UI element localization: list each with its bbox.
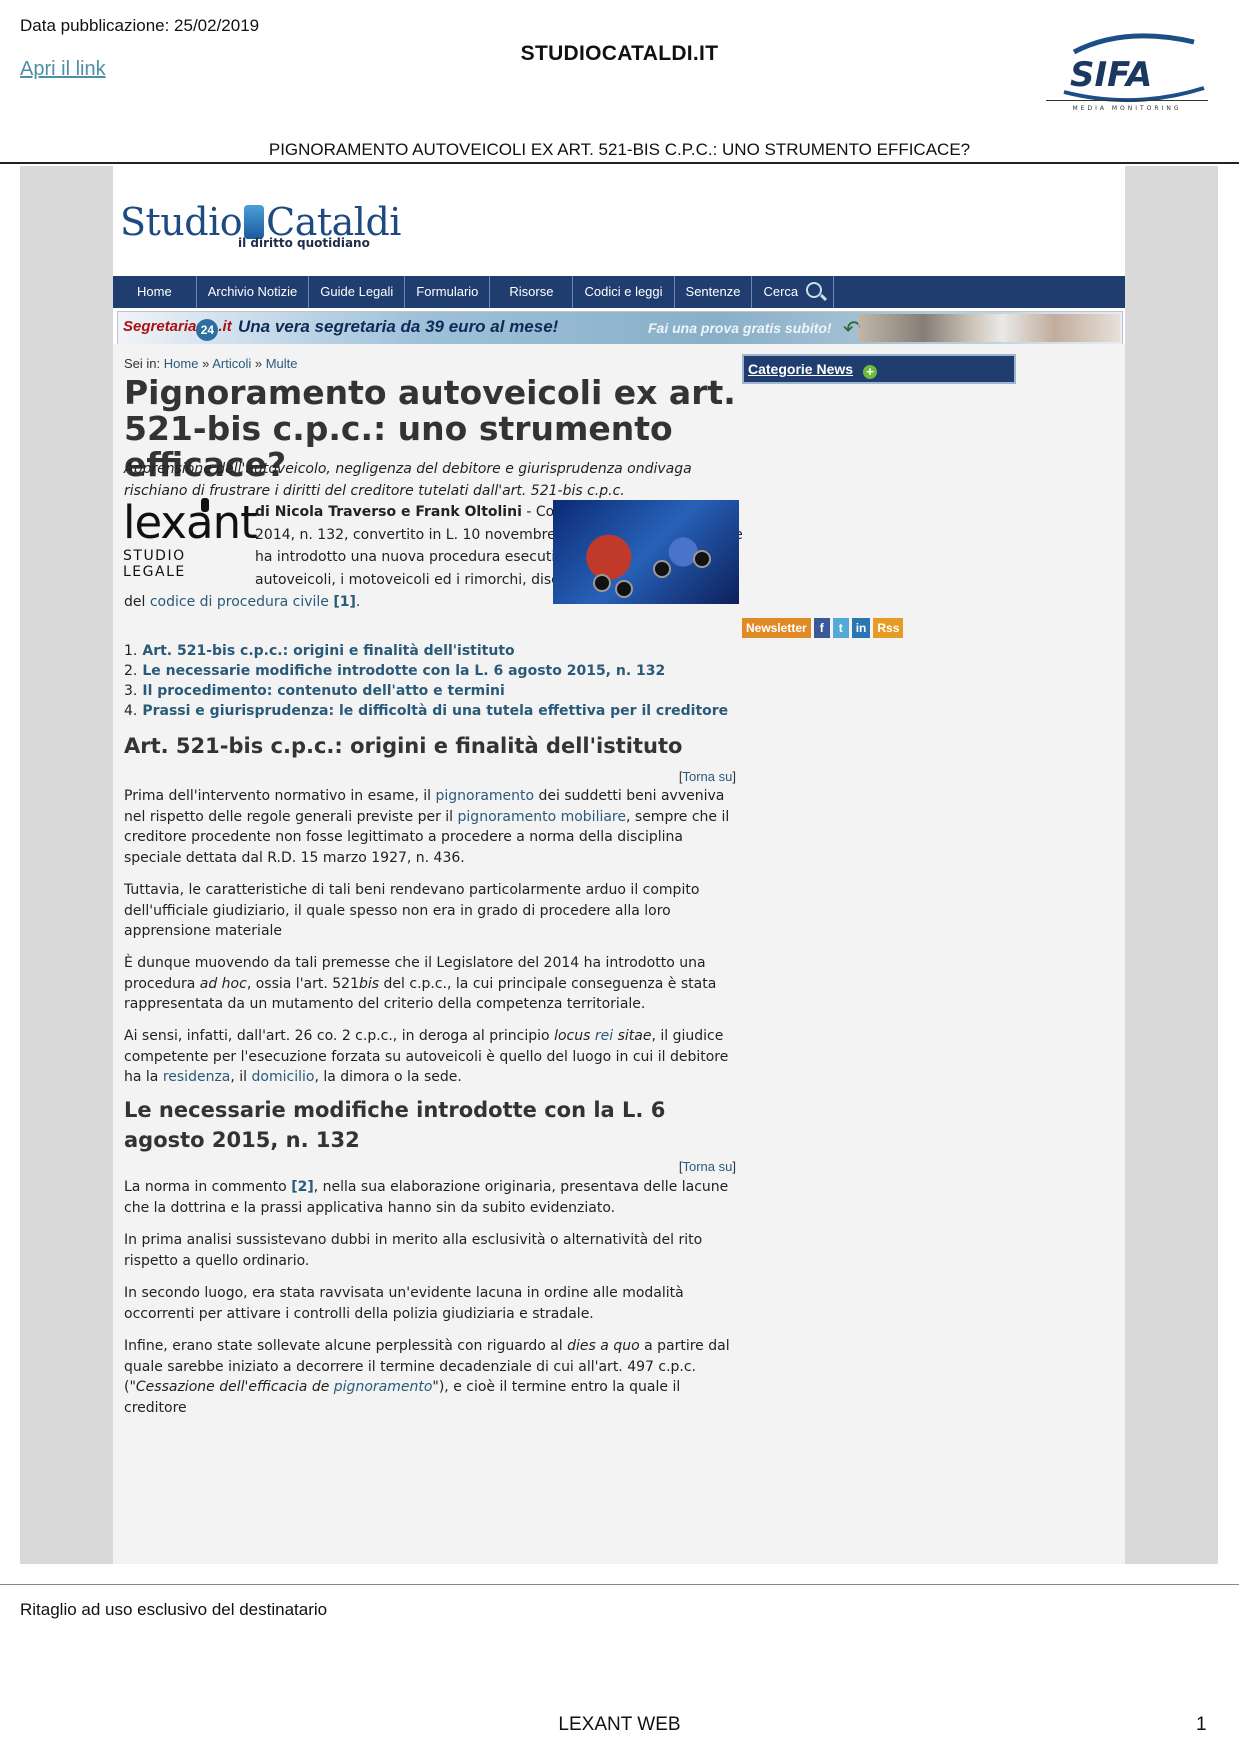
- footnote-2[interactable]: [2]: [291, 1179, 314, 1195]
- toc-item: 2. Le necessarie modifiche introdotte con…: [124, 663, 666, 679]
- link-pignoramento-2[interactable]: pignoramento: [334, 1379, 433, 1395]
- toc-item: 1. Art. 521-bis c.p.c.: origini e finalit…: [124, 643, 515, 659]
- nav-home[interactable]: Home: [113, 276, 197, 308]
- linkedin-icon[interactable]: in: [851, 618, 871, 638]
- logo-word-left: Studio: [120, 200, 243, 244]
- ad-photo: [858, 314, 1120, 342]
- ant-icon: [201, 498, 209, 512]
- breadcrumb-articoli[interactable]: Articoli: [212, 356, 251, 371]
- social-bar: Newsletter f t in Rss: [742, 618, 904, 638]
- article-authors: di Nicola Traverso e Frank Oltolini: [255, 504, 522, 520]
- toc-link-3[interactable]: Il procedimento: contenuto dell'atto e t…: [142, 683, 504, 699]
- ad-brand-text: Segretaria: [123, 318, 197, 335]
- section-1-paragraph-4: Ai sensi, infatti, dall'art. 26 co. 2 c.…: [124, 1028, 729, 1085]
- lexant-word-a: lex: [123, 496, 187, 549]
- restricted-notice: Ritaglio ad uso esclusivo del destinatar…: [20, 1600, 328, 1619]
- ad-brand: Segretaria 24 .it: [123, 318, 232, 341]
- lexant-logo: lexant STUDIO LEGALE: [123, 496, 258, 581]
- section-1-paragraph-3: È dunque muovendo da tali premesse che i…: [124, 955, 717, 1012]
- svg-text:SIFA: SIFA: [1070, 55, 1152, 95]
- gavel-icon: [244, 205, 265, 239]
- nav-sentenze[interactable]: Sentenze: [675, 276, 753, 308]
- section-2-paragraph-2: In prima analisi sussistevano dubbi in m…: [124, 1232, 703, 1269]
- section-1-heading: Art. 521-bis c.p.c.: origini e finalità …: [124, 734, 683, 758]
- ad-banner[interactable]: Segretaria 24 .it Una vera segretaria da 3…: [117, 311, 1123, 345]
- lexant-subtitle: STUDIO LEGALE: [123, 548, 186, 580]
- categorie-news-label: Categorie News: [748, 361, 854, 377]
- nav-formulario[interactable]: Formulario: [405, 276, 491, 308]
- clipping-area: Studio Cataldi il diritto quotidiano Home…: [20, 166, 1218, 1564]
- nav-guide-legali[interactable]: Guide Legali: [309, 276, 406, 308]
- ad-cta: Fai una prova gratis subito!: [648, 320, 832, 336]
- section-2-paragraph-4: Infine, erano state sollevate alcune per…: [124, 1338, 730, 1416]
- breadcrumb-multe[interactable]: Multe: [266, 356, 298, 371]
- webpage-capture: Studio Cataldi il diritto quotidiano Home…: [113, 166, 1125, 1564]
- newsletter-button[interactable]: Newsletter: [742, 618, 811, 638]
- nav-cerca-label: Cerca: [763, 284, 799, 299]
- twitter-icon[interactable]: t: [832, 618, 849, 638]
- nav-risorse[interactable]: Risorse: [490, 276, 574, 308]
- content-area: Sei in: Home » Articoli » Multe Pignoram…: [113, 344, 1125, 1564]
- main-navigation: Home Archivio Notizie Guide Legali Formu…: [113, 276, 1125, 308]
- link-codice-procedura-civile[interactable]: codice di procedura civile: [150, 594, 329, 610]
- article-image: [553, 500, 739, 604]
- page-number: 1: [1196, 1714, 1207, 1735]
- rss-button[interactable]: Rss: [873, 618, 904, 638]
- section-1-paragraph-2: Tuttavia, le caratteristiche di tali ben…: [124, 882, 700, 939]
- breadcrumb-prefix: Sei in:: [124, 356, 161, 371]
- footer-divider: [0, 1584, 1239, 1585]
- link-rei[interactable]: rei: [595, 1028, 613, 1044]
- ad-message: Una vera segretaria da 39 euro al mese!: [238, 317, 559, 336]
- section-2-paragraph-3: In secondo luogo, era stata ravvisata un…: [124, 1285, 684, 1322]
- lexant-word-b: ant: [186, 496, 258, 549]
- section-2-paragraph-1: La norma in commento [2], nella sua elab…: [124, 1179, 729, 1216]
- link-pignoramento[interactable]: pignoramento: [435, 788, 534, 804]
- back-to-top-link[interactable]: [Torna su]: [673, 769, 736, 784]
- nav-archivio-notizie[interactable]: Archivio Notizie: [197, 276, 310, 308]
- facebook-icon[interactable]: f: [813, 618, 830, 638]
- link-residenza[interactable]: residenza: [163, 1069, 231, 1085]
- section-2-heading: Le necessarie modifiche introdotte con l…: [124, 1098, 666, 1152]
- search-icon: [806, 282, 823, 298]
- footnote-1[interactable]: [1]: [333, 594, 356, 610]
- back-to-top-link[interactable]: [Torna su]: [673, 1159, 736, 1174]
- section-1-paragraph-1: Prima dell'intervento normativo in esame…: [124, 788, 730, 866]
- logo-tagline: il diritto quotidiano: [238, 236, 370, 250]
- nav-codici-e-leggi[interactable]: Codici e leggi: [573, 276, 675, 308]
- back-to-top-label[interactable]: Torna su: [683, 1159, 733, 1174]
- ad-brand-badge: 24: [196, 319, 219, 341]
- link-pignoramento-mobiliare[interactable]: pignoramento mobiliare: [458, 809, 626, 825]
- breadcrumb-separator: »: [254, 356, 263, 371]
- categorie-news-button[interactable]: Categorie News +: [742, 354, 1016, 384]
- toc-link-2[interactable]: Le necessarie modifiche introdotte con l…: [142, 663, 665, 679]
- toc-item: 3. Il procedimento: contenuto dell'atto e…: [124, 683, 505, 699]
- breadcrumb: Sei in: Home » Articoli » Multe: [124, 356, 298, 371]
- toc-link-4[interactable]: Prassi e giurisprudenza: le difficoltà d…: [142, 703, 728, 719]
- ad-brand-tld: .it: [218, 318, 232, 335]
- toc-link-1[interactable]: Art. 521-bis c.p.c.: origini e finalità …: [142, 643, 514, 659]
- nav-cerca[interactable]: Cerca: [752, 276, 835, 308]
- footer-source: LEXANT WEB: [558, 1714, 681, 1735]
- back-to-top-label[interactable]: Torna su: [683, 769, 733, 784]
- header-divider: [0, 162, 1239, 164]
- studio-cataldi-logo[interactable]: Studio Cataldi il diritto quotidiano: [120, 200, 401, 250]
- sifa-logo: SIFA MEDIA MONITORING: [1044, 30, 1210, 114]
- plus-icon: +: [863, 365, 878, 379]
- svg-text:MEDIA MONITORING: MEDIA MONITORING: [1073, 105, 1182, 112]
- clipping-title: PIGNORAMENTO AUTOVEICOLI EX ART. 521-BIS…: [268, 140, 971, 159]
- breadcrumb-separator: »: [202, 356, 210, 371]
- publication-date: Data pubblicazione: 25/02/2019: [20, 16, 260, 35]
- table-of-contents: 1. Art. 521-bis c.p.c.: origini e finalit…: [124, 641, 728, 721]
- toc-item: 4. Prassi e giurisprudenza: le difficoltà…: [124, 703, 729, 719]
- link-domicilio[interactable]: domicilio: [252, 1069, 315, 1085]
- breadcrumb-home[interactable]: Home: [164, 356, 199, 371]
